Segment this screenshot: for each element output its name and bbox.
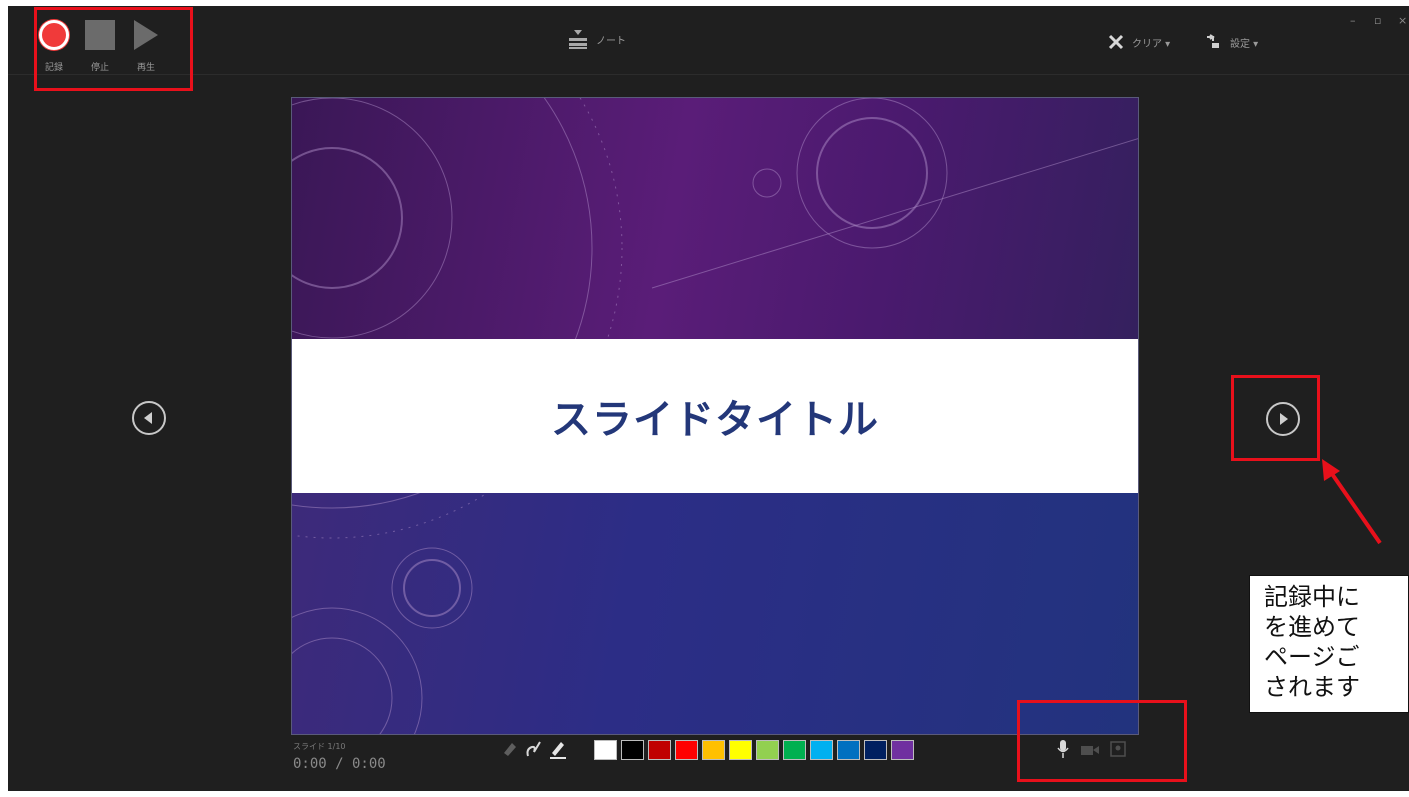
recording-window: 記録 停止 再生 ノート クリア ▾ 設定 ▾ – ▫ × スライドタイトル ス…: [8, 6, 1409, 791]
slide-counter: スライド 1/10: [293, 742, 346, 751]
annotation-arrow: [1322, 459, 1382, 545]
color-swatch[interactable]: [783, 740, 806, 760]
eraser-icon: [504, 743, 516, 756]
annotation-callout: 記録中に を進めて ページご されます: [1249, 575, 1409, 713]
annotation-box-next-slide: [1231, 375, 1320, 461]
annotation-box-recording-controls: [34, 7, 193, 91]
settings-label: 設定 ▾: [1230, 38, 1259, 50]
slide-preview: スライドタイトル: [291, 97, 1139, 735]
notes-button[interactable]: ノート: [568, 28, 626, 50]
previous-slide-button[interactable]: [132, 401, 166, 435]
pen-button[interactable]: [524, 739, 544, 759]
clear-label: クリア ▾: [1132, 38, 1171, 50]
settings-button[interactable]: 設定 ▾: [1204, 34, 1258, 50]
color-swatch[interactable]: [810, 740, 833, 760]
color-swatch[interactable]: [648, 740, 671, 760]
color-palette: [594, 740, 914, 760]
color-swatch[interactable]: [837, 740, 860, 760]
color-swatch[interactable]: [702, 740, 725, 760]
annotation-box-media-controls: [1017, 700, 1187, 782]
toolbar-divider: [8, 74, 1409, 75]
recording-timer: 0:00 / 0:00: [293, 756, 386, 772]
slide-title-band: スライドタイトル: [292, 339, 1138, 493]
pen-tools: [500, 739, 568, 759]
color-swatch[interactable]: [594, 740, 617, 760]
color-swatch[interactable]: [891, 740, 914, 760]
eraser-button[interactable]: [500, 739, 520, 759]
highlighter-button[interactable]: [548, 739, 568, 759]
clear-button[interactable]: クリア ▾: [1108, 34, 1170, 50]
close-icon: [1108, 34, 1124, 50]
callout-line-3: ページご: [1264, 643, 1360, 671]
callout-line-4: されます: [1264, 673, 1360, 701]
slide-title: スライドタイトル: [551, 397, 879, 443]
pen-icon: [526, 741, 541, 757]
notes-icon: [569, 30, 587, 49]
color-swatch[interactable]: [729, 740, 752, 760]
color-swatch[interactable]: [756, 740, 779, 760]
callout-line-2: を進めて: [1264, 613, 1360, 641]
callout-line-1: 記録中に: [1264, 583, 1360, 611]
color-swatch[interactable]: [621, 740, 644, 760]
color-swatch[interactable]: [864, 740, 887, 760]
color-swatch[interactable]: [675, 740, 698, 760]
settings-icon: [1207, 34, 1219, 48]
chevron-left-icon: [144, 412, 152, 424]
maximize-button[interactable]: ▫: [1374, 14, 1381, 27]
close-window-button[interactable]: ×: [1398, 14, 1407, 27]
notes-label: ノート: [596, 35, 626, 47]
minimize-button[interactable]: –: [1350, 14, 1356, 27]
highlighter-icon: [550, 742, 566, 759]
